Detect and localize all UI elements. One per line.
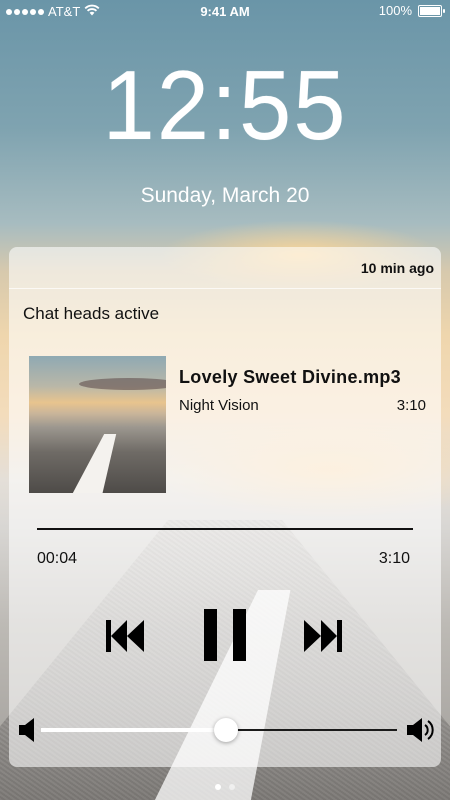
next-track-button[interactable]	[303, 618, 343, 654]
playback-progress-bar[interactable]	[37, 528, 413, 530]
music-notification-card[interactable]: 10 min ago Chat heads active Lovely Swee…	[9, 247, 441, 767]
album-artwork	[29, 356, 166, 493]
previous-track-icon	[106, 620, 144, 652]
total-time: 3:10	[378, 550, 410, 567]
artwork-cloud	[79, 378, 166, 390]
elapsed-time: 00:04	[37, 550, 78, 567]
notification-timestamp: 10 min ago	[360, 260, 434, 276]
page-dot[interactable]	[229, 784, 235, 790]
volume-low-icon	[17, 715, 37, 750]
lock-clock: 12:55	[102, 50, 348, 160]
battery-percent: 100%	[378, 3, 412, 18]
artwork-road-stripe	[67, 434, 117, 493]
playback-controls	[9, 609, 441, 665]
volume-slider-thumb[interactable]	[214, 718, 239, 742]
page-dot[interactable]	[215, 784, 221, 790]
notification-message: Chat heads active	[23, 304, 160, 323]
track-title: Lovely Sweet Divine.mp3	[179, 367, 401, 387]
volume-high-icon	[405, 715, 437, 750]
battery-fill	[420, 6, 440, 15]
notification-header: 10 min ago	[9, 247, 441, 289]
pause-icon	[204, 609, 246, 661]
track-duration: 3:10	[396, 397, 426, 414]
lock-date: Sunday, March 20	[140, 184, 310, 207]
page-indicator[interactable]	[0, 784, 450, 790]
previous-track-button[interactable]	[105, 618, 145, 654]
next-track-icon	[304, 620, 342, 652]
volume-slider-fill	[41, 728, 227, 732]
battery-icon	[418, 4, 445, 17]
volume-row	[9, 715, 441, 745]
status-right: 100%	[378, 3, 445, 18]
pause-button[interactable]	[202, 609, 248, 661]
status-bar: AT&T 9:41 AM 100%	[0, 0, 450, 22]
track-artist: Night Vision	[179, 397, 259, 414]
volume-slider[interactable]	[41, 718, 397, 742]
